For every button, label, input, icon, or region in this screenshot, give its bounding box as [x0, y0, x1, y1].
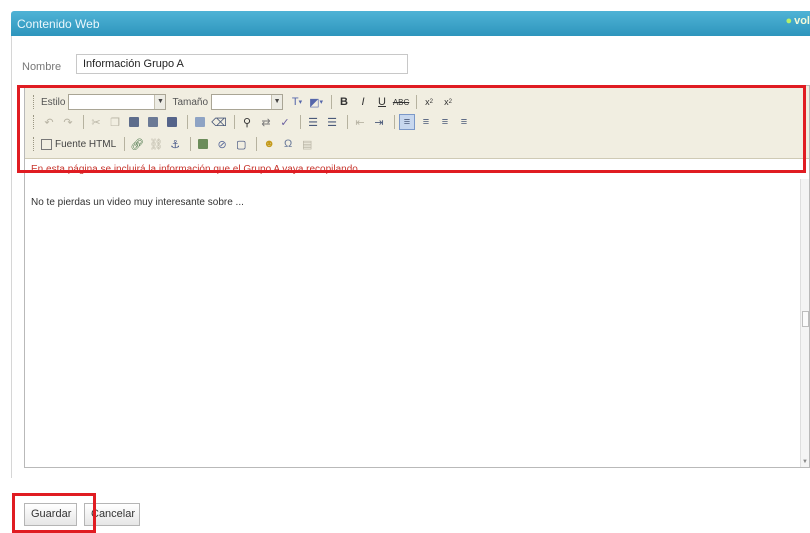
strikethrough-icon[interactable]: ABC — [393, 94, 409, 110]
size-label: Tamaño — [172, 96, 209, 108]
remove-format-icon[interactable]: ⌫ — [211, 114, 227, 130]
toolbar-separator — [347, 115, 348, 129]
select-all-icon[interactable] — [192, 114, 208, 130]
source-label: Fuente HTML — [55, 138, 117, 150]
underline-icon[interactable]: U — [374, 94, 390, 110]
special-char-icon[interactable]: Ω — [280, 136, 296, 152]
toolbar-separator — [187, 115, 188, 129]
image-icon[interactable] — [195, 136, 211, 152]
back-arrow-icon: ● — [785, 15, 793, 27]
toolbar-separator — [83, 115, 84, 129]
editor-toolbar: Estilo ▼ Tamaño ▼ T ▾ ◩ ▾ B I U ABC x2 x2 … — [25, 86, 809, 159]
rich-text-editor: Estilo ▼ Tamaño ▼ T ▾ ◩ ▾ B I U ABC x2 x2 … — [24, 85, 810, 468]
toolbar-separator — [124, 137, 126, 151]
outdent-icon[interactable]: ⇤ — [352, 114, 368, 130]
replace-icon[interactable]: ⇄ — [258, 114, 274, 130]
superscript-icon[interactable]: x2 — [440, 94, 456, 110]
cancel-button[interactable]: Cancelar — [84, 503, 140, 526]
redo-icon[interactable]: ↷ — [60, 114, 76, 130]
unlink-icon[interactable]: ⛓ — [148, 136, 164, 152]
find-icon[interactable]: ⚲ — [239, 114, 255, 130]
text-color-icon[interactable]: T ▾ — [289, 94, 305, 110]
toolbar-separator — [331, 95, 333, 109]
bulleted-list-icon[interactable]: ☰ — [324, 114, 340, 130]
cut-icon[interactable]: ✂ — [88, 114, 104, 130]
toolbar-row-2: ↶ ↷ ✂ ❐ ⌫ ⚲ ⇄ ✓ ☰ ☰ ⇤ ⇥ ≡ ≡ ≡ ≡ — [33, 113, 475, 131]
paste-text-icon[interactable] — [145, 114, 161, 130]
style-select[interactable]: ▼ — [68, 94, 167, 110]
numbered-list-icon[interactable]: ☰ — [305, 114, 321, 130]
paste-word-icon[interactable] — [164, 114, 180, 130]
justify-icon[interactable]: ≡ — [456, 114, 472, 130]
toolbar-grip — [33, 115, 37, 129]
page-break-icon[interactable]: ▤ — [299, 136, 315, 152]
editor-intro-text: En esta página se incluirá la informació… — [31, 164, 358, 175]
copy-icon[interactable]: ❐ — [107, 114, 123, 130]
toolbar-separator — [300, 115, 301, 129]
size-select[interactable]: ▼ — [211, 94, 284, 110]
italic-icon[interactable]: I — [355, 94, 371, 110]
anchor-icon[interactable]: ⚓︎ — [167, 136, 183, 152]
scroll-thumb[interactable] — [802, 311, 809, 327]
editor-scrollbar[interactable]: ▼ — [800, 179, 809, 467]
background-color-icon[interactable]: ◩ ▾ — [308, 94, 324, 110]
spellcheck-icon[interactable]: ✓ — [277, 114, 293, 130]
align-left-icon[interactable]: ≡ — [399, 114, 415, 130]
editor-content[interactable]: En esta página se incluirá la informació… — [25, 159, 809, 467]
panel-title: Contenido Web — [17, 17, 100, 31]
name-input[interactable] — [76, 54, 408, 74]
toolbar-separator — [256, 137, 258, 151]
smiley-icon[interactable]: ☻ — [261, 136, 277, 152]
align-center-icon[interactable]: ≡ — [418, 114, 434, 130]
indent-icon[interactable]: ⇥ — [371, 114, 387, 130]
toolbar-separator — [394, 115, 395, 129]
chevron-down-icon: ▼ — [154, 95, 166, 109]
toolbar-separator — [416, 95, 418, 109]
flash-icon[interactable]: ⊘ — [214, 136, 230, 152]
save-button[interactable]: Guardar — [24, 503, 77, 526]
name-label: Nombre — [22, 61, 62, 73]
toolbar-row-3: Fuente HTML 🔗︎ ⛓ ⚓︎ ⊘ ▢ ☻ Ω ▤ — [33, 135, 318, 153]
bold-icon[interactable]: B — [336, 94, 352, 110]
chevron-down-icon: ▼ — [271, 95, 283, 109]
panel-header: Contenido Web ● vol — [11, 11, 810, 36]
source-icon — [41, 138, 52, 150]
style-label: Estilo — [41, 96, 66, 108]
undo-icon[interactable]: ↶ — [41, 114, 57, 130]
toolbar-separator — [234, 115, 235, 129]
toolbar-grip — [33, 95, 37, 109]
table-icon[interactable]: ▢ — [233, 136, 249, 152]
paste-icon[interactable] — [126, 114, 142, 130]
source-button[interactable]: Fuente HTML — [41, 138, 117, 150]
back-link[interactable]: ● vol — [785, 15, 810, 27]
subscript-icon[interactable]: x2 — [421, 94, 437, 110]
back-link-label: vol — [794, 15, 810, 27]
align-right-icon[interactable]: ≡ — [437, 114, 453, 130]
toolbar-separator — [190, 137, 192, 151]
link-icon[interactable]: 🔗︎ — [129, 136, 145, 152]
scroll-down-arrow-icon[interactable]: ▼ — [802, 459, 808, 465]
toolbar-row-1: Estilo ▼ Tamaño ▼ T ▾ ◩ ▾ B I U ABC x2 x2 — [33, 93, 459, 111]
toolbar-grip — [33, 137, 37, 151]
editor-body-text: No te pierdas un video muy interesante s… — [31, 197, 244, 208]
